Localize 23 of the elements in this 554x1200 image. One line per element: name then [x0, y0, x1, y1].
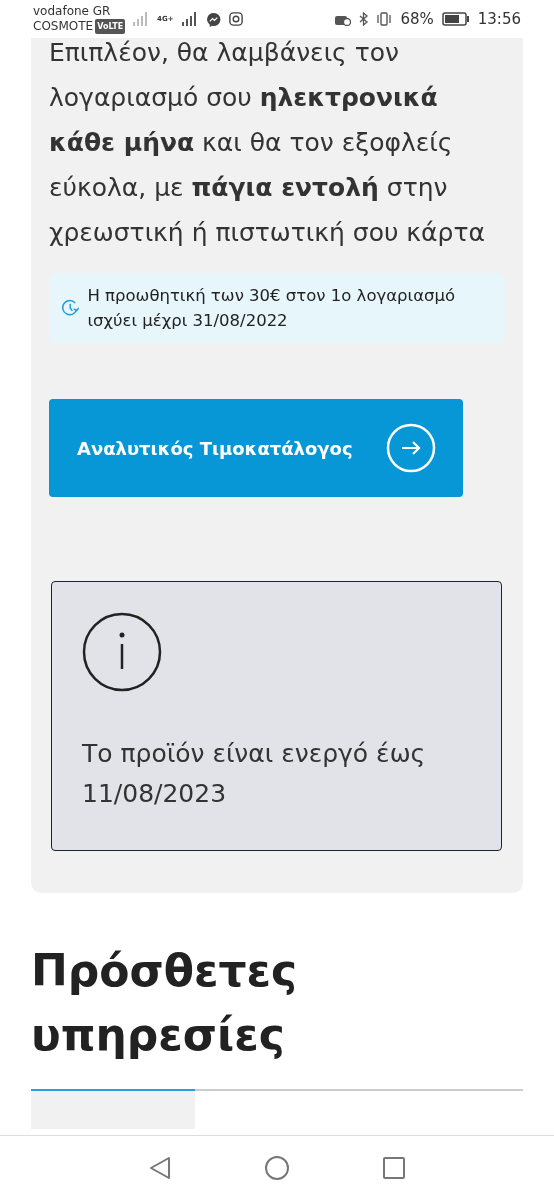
home-icon[interactable]	[265, 1156, 289, 1180]
price-list-button[interactable]: Αναλυτικός Τιμοκατάλογος	[49, 399, 463, 497]
vibrate-icon	[376, 12, 393, 26]
signal-icon	[133, 12, 150, 26]
service-tab[interactable]	[31, 1089, 195, 1129]
signal-icon	[181, 12, 198, 26]
promo-text: Η προωθητική των 30€ στον 1ο λογαριασμό ισχύει μέχρι 31/08/2022	[87, 285, 457, 332]
bluetooth-icon	[359, 12, 369, 26]
clock-time: 13:56	[477, 10, 521, 28]
info-icon	[82, 612, 162, 692]
section-title: Πρόσθετες υπηρεσίες	[31, 944, 299, 1062]
recents-icon[interactable]	[383, 1157, 405, 1179]
chat-bubble-icon	[205, 11, 221, 27]
battery-icon	[441, 12, 470, 26]
volte-badge: VoLTE	[95, 19, 126, 34]
arrow-right-icon	[386, 423, 436, 473]
battery-percent: 68%	[400, 10, 434, 28]
offer-description: Επιπλέον, θα λαμβάνεις τον λογαριασμό σου ηλεκτρονικά κάθε μήνα και θα τον εξοφλείς εύκολα, με πάγια εντολή στην χρεωστική ή πιστωτική σου κάρτα	[49, 38, 486, 249]
product-status-text: Το προϊόν είναι ενεργό έως 11/08/2023	[82, 738, 427, 810]
carrier-name: vodafone GR	[33, 4, 112, 19]
back-icon[interactable]	[149, 1156, 171, 1180]
carrier-name: COSMOTE	[33, 19, 94, 34]
camera-icon	[228, 12, 243, 26]
